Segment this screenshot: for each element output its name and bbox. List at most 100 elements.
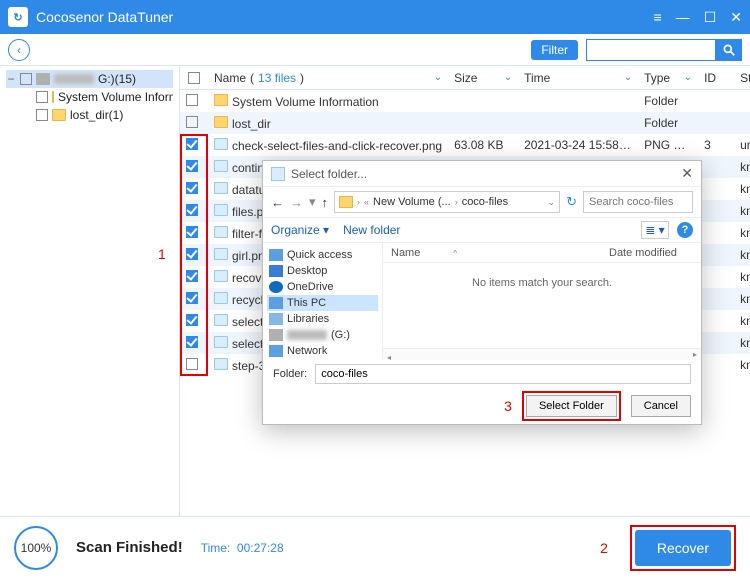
row-checkbox[interactable] [186, 182, 198, 194]
dialog-tree-item[interactable]: (G:) [267, 327, 378, 343]
dialog-tree-item[interactable]: OneDrive [267, 279, 378, 295]
col-type[interactable]: Type⌄ [638, 71, 698, 85]
tree-label: lost_dir(1) [70, 108, 123, 122]
view-options-button[interactable]: ≣ ▾ [641, 221, 669, 239]
row-checkbox[interactable] [186, 116, 198, 128]
file-name: lost_dir [232, 117, 271, 131]
filter-button[interactable]: Filter [531, 40, 578, 60]
row-checkbox[interactable] [186, 204, 198, 216]
tree-checkbox[interactable] [36, 91, 48, 103]
top-toolbar: ‹ Filter [0, 34, 750, 66]
tree-item-icon [269, 313, 283, 325]
dialog-tree-item[interactable]: Network [267, 343, 378, 359]
file-status: know [734, 204, 750, 218]
organize-button[interactable]: Organize ▾ [271, 223, 329, 237]
row-checkbox[interactable] [186, 336, 198, 348]
help-icon[interactable]: ? [677, 222, 693, 238]
row-checkbox[interactable] [186, 314, 198, 326]
close-button[interactable]: ✕ [730, 9, 742, 26]
dialog-tree-item[interactable]: This PC [267, 295, 378, 311]
folder-icon [214, 94, 228, 106]
dialog-tree-item[interactable]: Libraries [267, 311, 378, 327]
row-checkbox[interactable] [186, 138, 198, 150]
select-folder-button[interactable]: Select Folder [526, 395, 617, 417]
minimize-button[interactable]: — [676, 9, 690, 25]
folder-tree: − G:)(15) System Volume Information(2) l… [0, 66, 180, 516]
menu-button[interactable]: ≡ [654, 9, 662, 25]
back-button[interactable]: ‹ [8, 39, 30, 61]
toggle-icon[interactable]: − [6, 72, 16, 86]
file-size: 63.08 KB [448, 138, 518, 152]
row-checkbox[interactable] [186, 292, 198, 304]
col-size[interactable]: Size⌄ [448, 71, 518, 85]
dialog-folder-row: Folder: [263, 360, 701, 388]
col-name[interactable]: Name ( 13 files ) ⌄ [208, 71, 448, 85]
nav-up-button[interactable]: ↑ [322, 195, 329, 210]
tree-item-icon [269, 281, 283, 293]
col-id[interactable]: ID [698, 71, 734, 85]
file-id: 3 [698, 138, 734, 152]
tree-item[interactable]: lost_dir(1) [6, 106, 173, 124]
tree-item-icon [269, 249, 283, 261]
dialog-search-input[interactable] [583, 191, 693, 213]
row-checkbox[interactable] [186, 160, 198, 172]
refresh-button[interactable]: ↻ [566, 194, 577, 210]
tree-checkbox[interactable] [20, 73, 32, 85]
row-checkbox[interactable] [186, 270, 198, 282]
file-icon [214, 226, 228, 238]
tree-checkbox[interactable] [36, 109, 48, 121]
table-row[interactable]: lost_dir Folder [180, 112, 750, 134]
table-row[interactable]: check-select-files-and-click-recover.png… [180, 134, 750, 156]
dialog-scrollbar[interactable]: ◂▸ [383, 348, 701, 360]
file-status: know [734, 182, 750, 196]
file-icon [214, 248, 228, 260]
dialog-buttons: 3 Select Folder Cancel [263, 388, 701, 424]
file-status: know [734, 270, 750, 284]
drive-label-blur [54, 74, 94, 84]
drive-suffix: G:)(15) [98, 72, 136, 86]
row-checkbox[interactable] [186, 248, 198, 260]
dcol-name[interactable]: Name ^ [383, 247, 601, 259]
folder-icon [52, 109, 66, 121]
scan-status: Scan Finished! [76, 539, 183, 556]
file-name: System Volume Information [232, 95, 379, 109]
nav-forward-button[interactable]: → [290, 195, 303, 210]
folder-icon [339, 196, 353, 208]
file-status: unknow [734, 138, 750, 152]
file-status: know [734, 336, 750, 350]
blur-label [287, 330, 327, 340]
col-status[interactable]: Status [734, 71, 750, 85]
folder-icon [214, 116, 228, 128]
search-input[interactable] [586, 39, 716, 61]
tree-item[interactable]: System Volume Information(2) [6, 88, 173, 106]
dialog-close-button[interactable]: ✕ [681, 165, 693, 182]
dialog-tree-item[interactable]: Desktop [267, 263, 378, 279]
dialog-titlebar: Select folder... ✕ [263, 161, 701, 187]
col-time[interactable]: Time⌄ [518, 71, 638, 85]
file-name: check-select-files-and-click-recover.png [232, 139, 442, 153]
row-checkbox[interactable] [186, 358, 198, 370]
dialog-tree-item[interactable]: Quick access [267, 247, 378, 263]
cancel-button[interactable]: Cancel [631, 395, 691, 417]
annotation-label-3: 3 [504, 398, 512, 414]
tree-item-icon [269, 265, 283, 277]
row-checkbox[interactable] [186, 94, 198, 106]
new-folder-button[interactable]: New folder [343, 223, 400, 237]
recover-button[interactable]: Recover [635, 530, 731, 566]
file-icon [214, 336, 228, 348]
maximize-button[interactable]: ☐ [704, 9, 717, 26]
tree-drive[interactable]: − G:)(15) [6, 70, 173, 88]
file-icon [214, 160, 228, 172]
table-row[interactable]: System Volume InformationFolder [180, 90, 750, 112]
dcol-date[interactable]: Date modified [601, 247, 701, 259]
breadcrumb[interactable]: › « New Volume (... › coco-files ⌄ [334, 191, 560, 213]
file-type: Folder [638, 116, 698, 130]
nav-back-button[interactable]: ← [271, 195, 284, 210]
search-button[interactable] [716, 39, 742, 61]
nav-history-button[interactable]: ▾ [309, 194, 316, 210]
folder-input[interactable] [315, 364, 691, 384]
scan-time: Time: 00:27:28 [201, 541, 284, 555]
select-all-checkbox[interactable] [188, 72, 200, 84]
row-checkbox[interactable] [186, 226, 198, 238]
file-list-header: Name ( 13 files ) ⌄ Size⌄ Time⌄ Type⌄ ID… [180, 66, 750, 90]
